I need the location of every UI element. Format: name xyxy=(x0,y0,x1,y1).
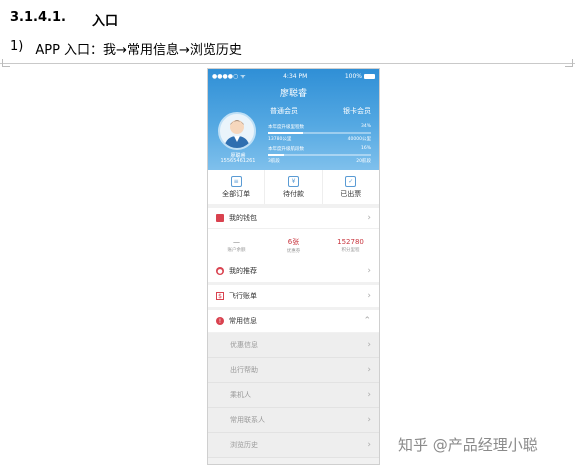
stat-value: 6张 xyxy=(287,238,300,246)
ticket-icon: ✓ xyxy=(345,175,357,187)
sub-item-contacts[interactable]: 常用联系人 › xyxy=(208,408,379,433)
section-title: 入口 xyxy=(91,14,118,29)
flight-bill-label: 飞行账单 xyxy=(229,292,257,300)
sub-item-label: 优惠信息 xyxy=(230,341,258,349)
stat-label: 优惠券 xyxy=(286,249,301,254)
chevron-right-icon: › xyxy=(367,440,371,450)
avatar[interactable] xyxy=(218,112,256,150)
sub-item-label: 常用联系人 xyxy=(230,416,265,424)
bill-icon: $ xyxy=(216,292,224,300)
progress-label: 本年度升级航段数 xyxy=(268,147,304,152)
progress-target: 20航段 xyxy=(356,159,371,164)
step-line: 1) APP 入口：我→常用信息→浏览历史 xyxy=(10,39,242,58)
sub-item-passengers[interactable]: 乘机人 › xyxy=(208,383,379,408)
margin-mark-right xyxy=(565,59,573,67)
flight-bill-row[interactable]: $ 飞行账单 › xyxy=(208,285,379,307)
order-pending-button[interactable]: ¥ 待付款 xyxy=(265,170,323,204)
sub-item-travel-help[interactable]: 出行帮助 › xyxy=(208,358,379,383)
wallet-row[interactable]: 我的钱包 › xyxy=(208,208,379,228)
chevron-right-icon: › xyxy=(367,291,371,301)
progress-current: 13780公里 xyxy=(268,137,292,142)
stat-label: 账户余额 xyxy=(227,248,246,253)
order-all-label: 全部订单 xyxy=(222,189,251,198)
battery-indicator: 100% xyxy=(345,73,375,80)
recommend-icon: ● xyxy=(216,267,224,275)
progress-fill xyxy=(268,132,304,134)
wallet-coupons[interactable]: 6张 优惠券 xyxy=(265,229,322,262)
member-level-next: 银卡会员 xyxy=(343,107,371,115)
sub-item-label: 浏览历史 xyxy=(230,441,258,449)
wallet-balance[interactable]: — 账户余额 xyxy=(208,229,265,262)
step-text: APP 入口：我→常用信息→浏览历史 xyxy=(35,43,242,58)
stat-value: 152780 xyxy=(337,238,364,246)
common-info-label: 常用信息 xyxy=(229,317,257,325)
phone-screenshot: ●●●●○ ᯤ 4:34 PM 100% 廖聪睿 廖聪睿 15565461261… xyxy=(207,68,380,465)
wallet-label: 我的钱包 xyxy=(229,214,257,222)
member-level-current: 普通会员 xyxy=(270,107,298,115)
progress-track xyxy=(268,154,371,156)
progress-target: 40000公里 xyxy=(347,137,371,142)
signal-indicator: ●●●●○ ᯤ xyxy=(212,73,246,80)
stat-label: 积分里程 xyxy=(341,248,360,253)
order-all-button[interactable]: ≡ 全部订单 xyxy=(208,170,266,204)
section-heading: 3.1.4.1. 入口 xyxy=(10,10,118,29)
chevron-right-icon: › xyxy=(367,340,371,350)
progress-percent: 16% xyxy=(360,146,371,151)
order-shortcuts: ≡ 全部订单 ¥ 待付款 ✓ 已出票 xyxy=(208,170,379,204)
user-phone: 15565461261 xyxy=(220,158,256,164)
wallet-stats: — 账户余额 6张 优惠券 152780 积分里程 xyxy=(208,228,379,262)
profile-title: 廖聪睿 xyxy=(279,89,307,99)
sub-item-label: 出行帮助 xyxy=(230,366,258,374)
wallet-points[interactable]: 152780 积分里程 xyxy=(322,229,379,262)
battery-icon xyxy=(364,73,375,79)
margin-mark-left xyxy=(2,59,10,67)
watermark: 知乎 @产品经理小聪 xyxy=(398,436,538,454)
progress-label: 本年度升级里程数 xyxy=(268,125,304,130)
payment-icon: ¥ xyxy=(287,175,299,187)
chevron-right-icon: › xyxy=(367,390,371,400)
stat-value: — xyxy=(233,238,240,246)
status-bar: ●●●●○ ᯤ 4:34 PM 100% xyxy=(212,71,375,81)
chevron-right-icon: › xyxy=(367,213,371,223)
chevron-right-icon: › xyxy=(367,365,371,375)
sub-item-label: 乘机人 xyxy=(230,391,251,399)
battery-text: 100% xyxy=(344,72,362,80)
orders-icon: ≡ xyxy=(230,175,242,187)
profile-header: ●●●●○ ᯤ 4:34 PM 100% 廖聪睿 廖聪睿 15565461261… xyxy=(208,69,379,170)
sub-item-history[interactable]: 浏览历史 › xyxy=(208,433,379,458)
order-pending-label: 待付款 xyxy=(282,189,304,198)
progress-percent: 34% xyxy=(360,124,371,129)
recommend-row[interactable]: ● 我的推荐 › xyxy=(208,260,379,282)
order-issued-button[interactable]: ✓ 已出票 xyxy=(323,170,379,204)
progress-fill xyxy=(268,154,285,156)
order-issued-label: 已出票 xyxy=(340,189,362,198)
chevron-right-icon: › xyxy=(367,415,371,425)
step-number: 1) xyxy=(10,39,24,54)
chevron-up-icon: ⌃ xyxy=(363,316,371,326)
info-icon: ! xyxy=(216,317,224,325)
progress-track xyxy=(268,132,371,134)
common-info-row[interactable]: ! 常用信息 ⌃ xyxy=(208,310,379,332)
section-number: 3.1.4.1. xyxy=(10,10,66,25)
avatar-icon xyxy=(224,120,250,148)
wallet-icon xyxy=(216,214,224,222)
progress-current: 3航段 xyxy=(268,159,280,164)
sub-item-offers[interactable]: 优惠信息 › xyxy=(208,333,379,358)
mileage-progress: 本年度升级里程数 34% 13780公里 40000公里 xyxy=(268,124,371,142)
segment-progress: 本年度升级航段数 16% 3航段 20航段 xyxy=(268,146,371,164)
recommend-label: 我的推荐 xyxy=(229,267,257,275)
chevron-right-icon: › xyxy=(367,266,371,276)
status-time: 4:34 PM xyxy=(283,72,308,80)
page-divider xyxy=(0,63,575,64)
